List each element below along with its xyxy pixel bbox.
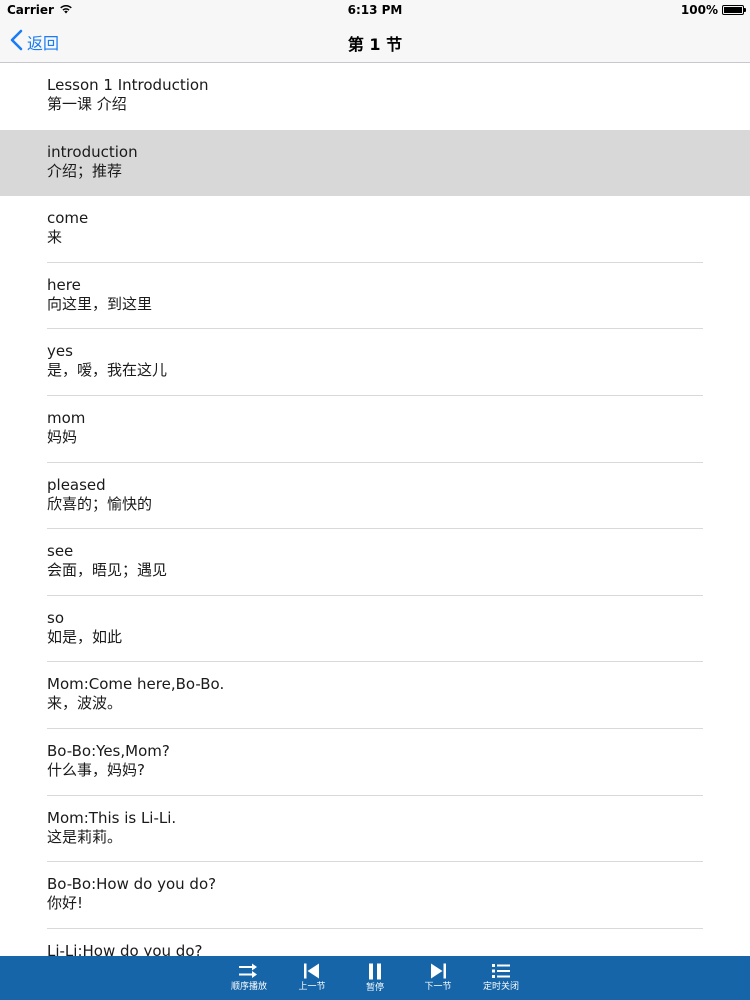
list-item-english: introduction	[47, 142, 138, 161]
list-item-chinese: 欣喜的；愉快的	[47, 494, 153, 513]
list-item-chinese: 来，波波。	[47, 694, 123, 713]
list-item-english: here	[47, 275, 81, 294]
list-item[interactable]: Li-Li:How do you do?	[0, 929, 750, 956]
list-item-chinese: 会面，晤见；遇见	[47, 561, 168, 580]
list-item-english: Mom:Come here,Bo-Bo.	[47, 675, 225, 694]
list-item-chinese: 你好!	[47, 894, 84, 913]
list-item-english: Bo-Bo:Yes,Mom?	[47, 741, 170, 760]
list-item[interactable]: here 向这里，到这里	[0, 263, 750, 330]
pause-label: 暂停	[365, 983, 384, 993]
list-item-chinese: 介绍；推荐	[47, 161, 123, 180]
status-time: 6:13 PM	[347, 3, 403, 17]
list-item[interactable]: mom 妈妈	[0, 396, 750, 463]
status-bar: Carrier 6:13 PM 100%	[0, 0, 750, 20]
list-item[interactable]: see 会面，晤见；遇见	[0, 529, 750, 596]
list-item-chinese: 第一课 介绍	[47, 95, 127, 113]
list-item[interactable]: introduction 介绍；推荐	[0, 129, 750, 197]
page-title: 第 1 节	[347, 35, 403, 54]
previous-section-label: 上一节	[298, 982, 326, 992]
navigation-bar: 返回 第 1 节	[0, 20, 750, 63]
sequential-play-label: 顺序播放	[230, 982, 267, 992]
sequential-play-icon	[238, 963, 260, 979]
player-toolbar: 顺序播放 上一节 暂停 下一节 定时关闭	[0, 956, 750, 1000]
list-item[interactable]: so 如是，如此	[0, 596, 750, 663]
list-item-chinese: 来	[47, 228, 63, 247]
list-item-chinese: 这是莉莉。	[47, 827, 123, 846]
sequential-play-button[interactable]: 顺序播放	[228, 956, 271, 1000]
list-item-english: so	[47, 608, 64, 627]
pause-icon	[367, 963, 383, 980]
previous-section-button[interactable]: 上一节	[291, 956, 334, 1000]
list-item-english: come	[47, 209, 89, 228]
timer-close-list-icon	[491, 963, 511, 979]
list-item[interactable]: come 来	[0, 196, 750, 263]
battery-icon	[722, 5, 746, 15]
list-item-english: Bo-Bo:How do you do?	[47, 875, 217, 894]
next-section-icon	[429, 963, 447, 979]
list-item-chinese: 妈妈	[47, 427, 78, 446]
list-item[interactable]: Bo-Bo:How do you do? 你好!	[0, 862, 750, 929]
battery-percent: 100%	[680, 3, 718, 17]
next-section-button[interactable]: 下一节	[417, 956, 460, 1000]
pause-button[interactable]: 暂停	[354, 956, 397, 1000]
list-item-english: pleased	[47, 475, 106, 494]
battery-group: 100%	[680, 3, 746, 17]
timer-close-button[interactable]: 定时关闭	[480, 956, 523, 1000]
list-item-english: see	[47, 542, 74, 561]
list-item-chinese: 如是，如此	[47, 627, 123, 646]
list-item[interactable]: pleased 欣喜的；愉快的	[0, 463, 750, 530]
list-item-english: Lesson 1 Introduction	[47, 76, 209, 94]
timer-close-label: 定时关闭	[482, 982, 519, 992]
lesson-list[interactable]: Lesson 1 Introduction 第一课 介绍 introduction 介…	[0, 63, 750, 956]
lesson-title-row[interactable]: Lesson 1 Introduction 第一课 介绍	[0, 63, 750, 130]
battery-fill	[724, 7, 742, 13]
list-item-english: yes	[47, 342, 73, 361]
list-item-english: mom	[47, 408, 86, 427]
list-item-chinese: 什么事，妈妈?	[47, 760, 145, 779]
previous-section-icon	[303, 963, 321, 979]
list-item-english: Mom:This is Li-Li.	[47, 808, 177, 827]
list-item[interactable]: yes 是，嗳，我在这儿	[0, 329, 750, 396]
list-item[interactable]: Bo-Bo:Yes,Mom? 什么事，妈妈?	[0, 729, 750, 796]
list-item[interactable]: Mom:Come here,Bo-Bo. 来，波波。	[0, 662, 750, 729]
list-item-chinese: 是，嗳，我在这儿	[47, 361, 168, 380]
app-screen: Carrier 6:13 PM 100% 返回 第 1 节 Lesson 1 I…	[0, 0, 750, 1000]
list-item-chinese: 向这里，到这里	[47, 294, 153, 313]
list-item[interactable]: Mom:This is Li-Li. 这是莉莉。	[0, 796, 750, 863]
list-item-english: Li-Li:How do you do?	[47, 941, 203, 956]
next-section-label: 下一节	[424, 982, 452, 992]
